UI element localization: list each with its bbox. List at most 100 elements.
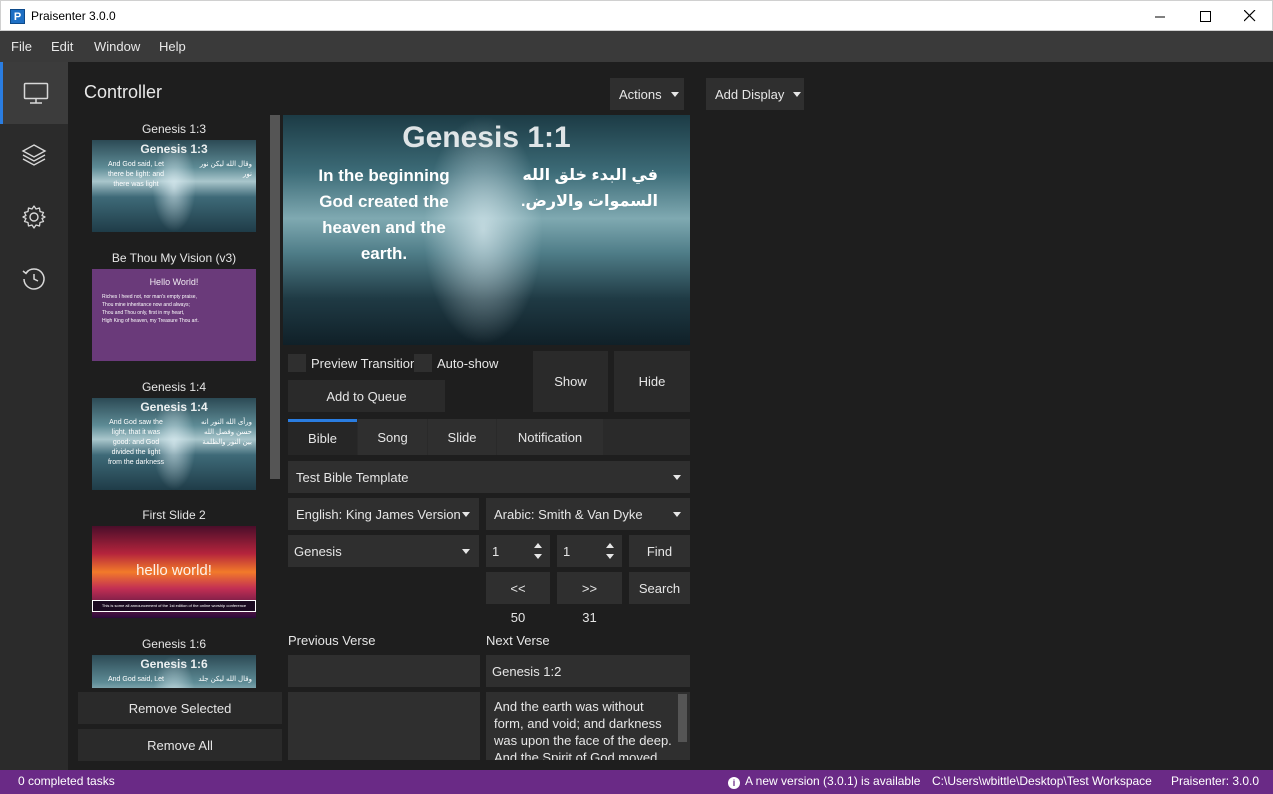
preview-title: Genesis 1:1 bbox=[402, 121, 571, 154]
menu-help[interactable]: Help bbox=[159, 39, 186, 54]
gear-icon bbox=[22, 205, 46, 229]
primary-translation-value: English: King James Version bbox=[296, 506, 461, 522]
add-display-label: Add Display bbox=[715, 86, 785, 102]
main-panel: Controller Actions Add Display Genesis 1… bbox=[68, 62, 1273, 770]
actions-label: Actions bbox=[619, 86, 662, 102]
maximize-button[interactable] bbox=[1182, 1, 1228, 31]
update-notice[interactable]: i A new version (3.0.1) is available bbox=[728, 774, 920, 789]
verse-stepper[interactable]: 1 bbox=[557, 535, 622, 567]
thumb-text: And God said, Let there be light: and th… bbox=[107, 161, 165, 188]
queue-scrollbar[interactable] bbox=[270, 115, 280, 479]
queue-item-thumbnail: Genesis 1:4 And God saw the light, that … bbox=[92, 398, 256, 490]
title-bar: P Praisenter 3.0.0 bbox=[0, 0, 1273, 31]
tab-slide[interactable]: Slide bbox=[428, 419, 496, 455]
queue-item[interactable]: Genesis 1:6 Genesis 1:6 And God said, Le… bbox=[92, 637, 256, 688]
close-icon bbox=[1244, 10, 1256, 22]
thumb-text-secondary: وقال الله ليكن نور نور bbox=[199, 161, 252, 178]
thumb-text: This is some all announcement of the 1st… bbox=[92, 600, 256, 612]
monitor-icon bbox=[23, 82, 48, 104]
chevron-down-icon bbox=[673, 475, 681, 480]
menu-window[interactable]: Window bbox=[94, 39, 140, 54]
thumb-text: Riches I heed not, nor man's empty prais… bbox=[102, 294, 199, 324]
next-verse-button[interactable]: >> bbox=[557, 572, 622, 604]
verse-count: 31 bbox=[582, 610, 597, 625]
auto-show-label: Auto-show bbox=[437, 356, 499, 371]
chevron-up-icon[interactable] bbox=[606, 543, 614, 548]
next-verse-reference: Genesis 1:2 bbox=[486, 655, 690, 687]
queue-item-title: Be Thou My Vision (v3) bbox=[111, 251, 237, 265]
menu-bar: File Edit Window Help bbox=[0, 31, 1273, 62]
preview-text-primary: In the beginning God created the heaven … bbox=[318, 166, 450, 263]
next-verse-reference-value: Genesis 1:2 bbox=[492, 663, 562, 679]
update-notice-text: A new version (3.0.1) is available bbox=[745, 774, 921, 788]
queue-item[interactable]: Genesis 1:4 Genesis 1:4 And God saw the … bbox=[92, 380, 256, 490]
nav-history[interactable] bbox=[0, 248, 68, 310]
chevron-down-icon[interactable] bbox=[606, 554, 614, 559]
remove-selected-button[interactable]: Remove Selected bbox=[78, 692, 282, 724]
queue-item[interactable]: Be Thou My Vision (v3) Hello World! Rich… bbox=[92, 251, 256, 361]
next-verse-label: Next Verse bbox=[486, 633, 550, 648]
left-nav bbox=[0, 62, 68, 770]
thumb-text-secondary: وقال الله ليكن جلد bbox=[198, 676, 252, 683]
find-button[interactable]: Find bbox=[629, 535, 690, 567]
secondary-translation-value: Arabic: Smith & Van Dyke bbox=[494, 506, 643, 522]
queue-item-title: Genesis 1:6 bbox=[141, 637, 207, 651]
status-bar: 0 completed tasks i A new version (3.0.1)… bbox=[0, 770, 1273, 794]
search-button[interactable]: Search bbox=[629, 572, 690, 604]
queue-item-title: Genesis 1:3 bbox=[141, 122, 207, 136]
thumb-title: Genesis 1:3 bbox=[140, 142, 208, 156]
primary-translation-select[interactable]: English: King James Version bbox=[288, 498, 479, 530]
queue-item-thumbnail: Hello World! Riches I heed not, nor man'… bbox=[92, 269, 256, 361]
queue-item[interactable]: Genesis 1:3 Genesis 1:3 And God said, Le… bbox=[92, 122, 256, 232]
queue-item-thumbnail: Genesis 1:6 And God said, Let وقال الله … bbox=[92, 655, 256, 688]
chapter-count: 50 bbox=[510, 610, 526, 625]
chevron-up-icon[interactable] bbox=[534, 543, 542, 548]
menu-edit[interactable]: Edit bbox=[51, 39, 73, 54]
nav-library[interactable] bbox=[0, 124, 68, 186]
minimize-button[interactable] bbox=[1137, 1, 1183, 31]
chapter-stepper[interactable]: 1 bbox=[486, 535, 550, 567]
queue-item[interactable]: First Slide 2 hello world! This is some … bbox=[92, 508, 256, 618]
chevron-down-icon bbox=[793, 91, 802, 97]
nav-presentation[interactable] bbox=[0, 62, 68, 124]
thumb-title: Genesis 1:4 bbox=[140, 400, 208, 414]
next-verse-text: And the earth was without form, and void… bbox=[486, 692, 690, 760]
tab-bible[interactable]: Bible bbox=[288, 419, 357, 455]
queue-list[interactable]: Genesis 1:3 Genesis 1:3 And God said, Le… bbox=[80, 115, 270, 688]
actions-button[interactable]: Actions bbox=[610, 78, 684, 110]
tab-song[interactable]: Song bbox=[358, 419, 427, 455]
secondary-translation-select[interactable]: Arabic: Smith & Van Dyke bbox=[486, 498, 690, 530]
hide-button[interactable]: Hide bbox=[614, 351, 690, 412]
verse-value: 1 bbox=[563, 543, 571, 559]
add-to-queue-button[interactable]: Add to Queue bbox=[288, 380, 445, 412]
book-select[interactable]: Genesis bbox=[288, 535, 479, 567]
thumb-text: And God saw the light, that it was good:… bbox=[107, 419, 165, 466]
info-icon: i bbox=[728, 777, 740, 789]
chevron-down-icon bbox=[673, 512, 681, 517]
auto-show-checkbox[interactable] bbox=[414, 354, 432, 372]
previous-verse-label: Previous Verse bbox=[288, 633, 376, 648]
preview-transition-checkbox[interactable] bbox=[288, 354, 306, 372]
close-button[interactable] bbox=[1227, 1, 1273, 31]
queue-item-thumbnail: hello world! This is some all announceme… bbox=[92, 526, 256, 618]
queue-item-thumbnail: Genesis 1:3 And God said, Let there be l… bbox=[92, 140, 256, 232]
menu-file[interactable]: File bbox=[11, 39, 32, 54]
chevron-down-icon bbox=[462, 512, 470, 517]
show-button[interactable]: Show bbox=[533, 351, 608, 412]
previous-verse-reference bbox=[288, 655, 480, 687]
minimize-icon bbox=[1154, 16, 1165, 17]
template-select[interactable]: Test Bible Template bbox=[288, 461, 690, 493]
add-display-button[interactable]: Add Display bbox=[706, 78, 804, 110]
remove-all-button[interactable]: Remove All bbox=[78, 729, 282, 761]
nav-settings[interactable] bbox=[0, 186, 68, 248]
chevron-down-icon[interactable] bbox=[534, 554, 542, 559]
layers-icon bbox=[21, 144, 47, 166]
previous-verse-button[interactable]: << bbox=[486, 572, 550, 604]
tab-notification[interactable]: Notification bbox=[497, 419, 603, 455]
previous-verse-text bbox=[288, 692, 480, 760]
next-verse-scrollbar[interactable] bbox=[678, 694, 687, 742]
template-select-value: Test Bible Template bbox=[296, 469, 409, 485]
workspace-path: C:\Users\wbittle\Desktop\Test Workspace bbox=[932, 774, 1152, 788]
tasks-status[interactable]: 0 completed tasks bbox=[18, 774, 115, 788]
book-select-value: Genesis bbox=[294, 543, 342, 559]
